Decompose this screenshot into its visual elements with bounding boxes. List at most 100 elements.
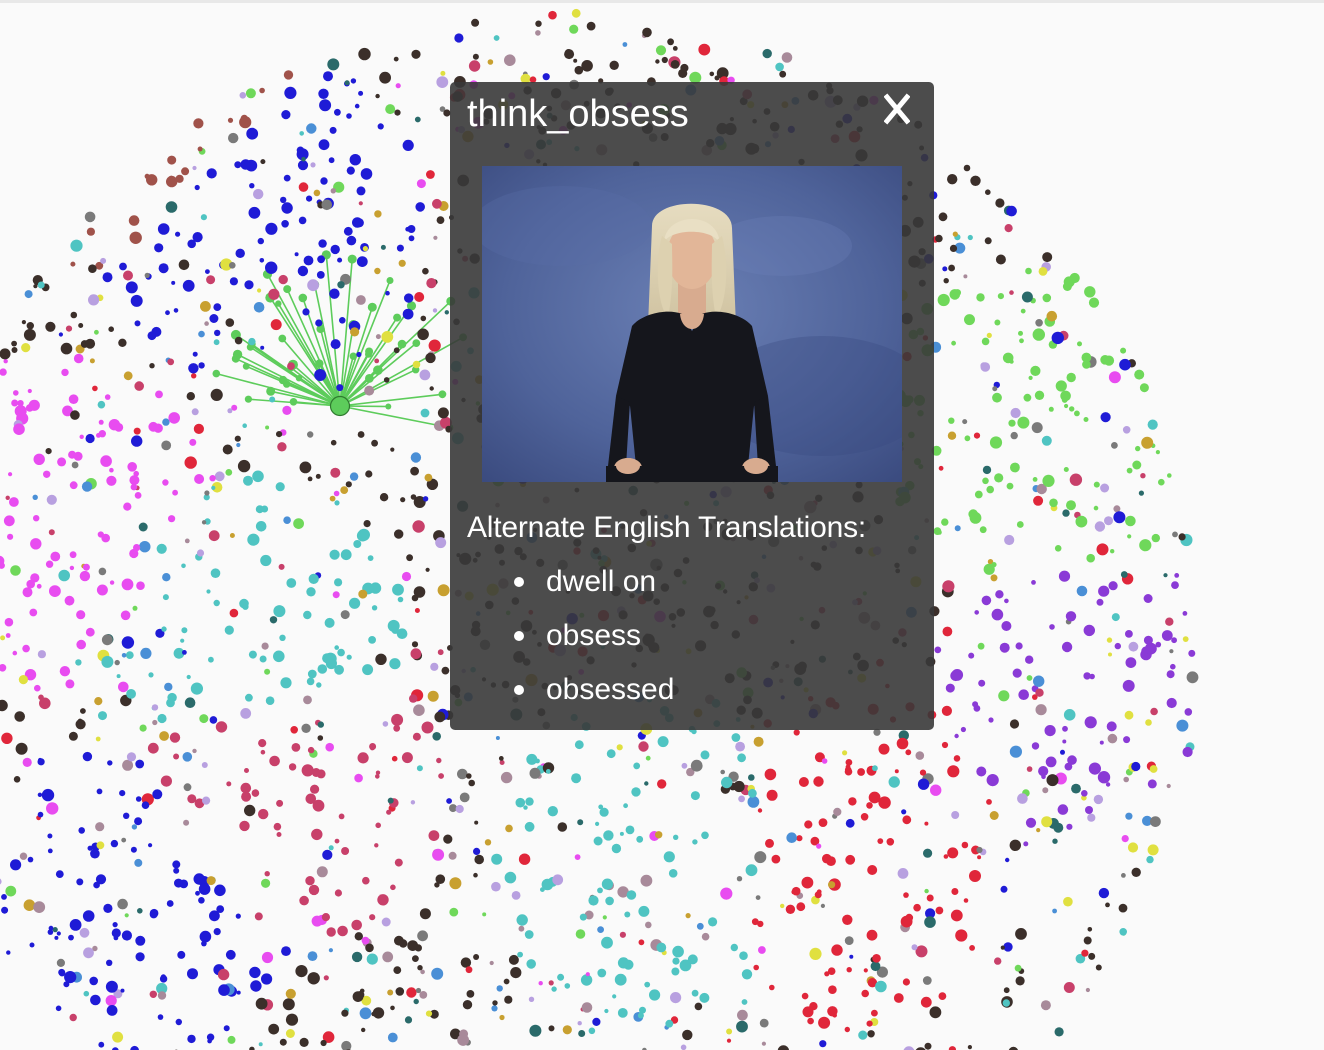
graph-node[interactable] <box>597 887 603 894</box>
graph-node[interactable] <box>785 904 796 914</box>
graph-node[interactable] <box>1069 406 1075 412</box>
graph-node[interactable] <box>260 345 265 350</box>
graph-node[interactable] <box>938 212 948 222</box>
graph-node[interactable] <box>68 394 79 405</box>
graph-node[interactable] <box>144 272 150 278</box>
graph-node[interactable] <box>915 751 925 760</box>
graph-node[interactable] <box>258 808 269 820</box>
graph-node[interactable] <box>986 799 992 805</box>
graph-node[interactable] <box>436 757 442 764</box>
graph-node[interactable] <box>182 650 187 655</box>
graph-node[interactable] <box>431 967 444 980</box>
graph-node[interactable] <box>95 874 107 885</box>
graph-node[interactable] <box>242 603 249 610</box>
graph-node[interactable] <box>134 381 144 391</box>
graph-node[interactable] <box>548 1025 555 1032</box>
graph-node[interactable] <box>247 533 260 546</box>
graph-node[interactable] <box>994 473 1004 483</box>
graph-node[interactable] <box>199 714 209 724</box>
graph-node[interactable] <box>937 293 950 307</box>
graph-node[interactable] <box>194 474 205 484</box>
graph-node[interactable] <box>149 990 157 998</box>
graph-node[interactable] <box>967 234 973 241</box>
graph-node[interactable] <box>1057 804 1069 815</box>
graph-node[interactable] <box>276 832 282 837</box>
graph-node[interactable] <box>714 75 720 81</box>
graph-node[interactable] <box>943 278 949 284</box>
graph-node[interactable] <box>390 447 395 452</box>
graph-node[interactable] <box>984 237 992 245</box>
graph-node[interactable] <box>969 945 975 951</box>
graph-node[interactable] <box>311 768 321 777</box>
graph-node[interactable] <box>339 317 346 324</box>
graph-node[interactable] <box>1184 708 1193 716</box>
neighbor-node[interactable] <box>242 362 250 370</box>
graph-node[interactable] <box>430 662 439 671</box>
graph-node[interactable] <box>29 942 35 948</box>
graph-node[interactable] <box>225 318 235 327</box>
graph-node[interactable] <box>362 664 374 676</box>
graph-node[interactable] <box>962 419 968 425</box>
graph-node[interactable] <box>495 736 500 740</box>
graph-node[interactable] <box>1063 467 1069 472</box>
graph-node[interactable] <box>409 694 418 703</box>
graph-node[interactable] <box>356 351 362 358</box>
graph-node[interactable] <box>265 425 270 430</box>
graph-node[interactable] <box>328 845 334 851</box>
graph-node[interactable] <box>1111 613 1120 622</box>
graph-node[interactable] <box>831 944 843 956</box>
graph-node[interactable] <box>321 913 330 922</box>
graph-node[interactable] <box>525 797 534 806</box>
graph-node[interactable] <box>786 832 797 843</box>
graph-node[interactable] <box>1040 1000 1051 1011</box>
graph-node[interactable] <box>333 490 340 497</box>
graph-node[interactable] <box>976 766 987 777</box>
graph-node[interactable] <box>186 674 191 680</box>
graph-node[interactable] <box>1010 462 1020 473</box>
graph-node[interactable] <box>320 177 328 185</box>
graph-node[interactable] <box>1113 511 1126 524</box>
graph-node[interactable] <box>969 870 981 882</box>
graph-node[interactable] <box>860 813 869 821</box>
graph-node[interactable] <box>425 567 430 572</box>
graph-node[interactable] <box>316 271 325 279</box>
graph-node[interactable] <box>316 866 328 878</box>
graph-node[interactable] <box>424 473 433 482</box>
graph-node[interactable] <box>121 653 127 658</box>
graph-node[interactable] <box>43 470 51 478</box>
graph-node[interactable] <box>45 321 56 332</box>
graph-node[interactable] <box>239 820 250 832</box>
graph-node[interactable] <box>315 473 321 479</box>
graph-node[interactable] <box>356 256 368 267</box>
graph-node[interactable] <box>1061 397 1068 403</box>
graph-node[interactable] <box>457 1034 469 1046</box>
graph-node[interactable] <box>1018 330 1023 336</box>
graph-node[interactable] <box>406 554 413 562</box>
graph-node[interactable] <box>1135 445 1141 452</box>
graph-node[interactable] <box>13 776 21 783</box>
graph-node[interactable] <box>92 385 98 392</box>
graph-node[interactable] <box>642 27 652 38</box>
graph-node[interactable] <box>64 595 75 606</box>
graph-node[interactable] <box>240 159 251 170</box>
graph-node[interactable] <box>440 70 446 76</box>
graph-node[interactable] <box>307 279 319 292</box>
graph-node[interactable] <box>551 986 557 992</box>
graph-node[interactable] <box>330 467 341 478</box>
graph-node[interactable] <box>492 1000 498 1006</box>
graph-node[interactable] <box>257 237 264 245</box>
graph-node[interactable] <box>564 983 571 989</box>
graph-node[interactable] <box>329 549 340 560</box>
graph-node[interactable] <box>964 435 971 442</box>
graph-node[interactable] <box>809 947 822 961</box>
graph-node[interactable] <box>661 56 668 64</box>
graph-node[interactable] <box>1172 531 1178 538</box>
graph-node[interactable] <box>240 114 248 123</box>
graph-node[interactable] <box>18 675 28 685</box>
graph-node[interactable] <box>75 719 86 730</box>
graph-node[interactable] <box>937 530 942 535</box>
graph-node[interactable] <box>1093 794 1104 805</box>
graph-node[interactable] <box>1069 272 1080 284</box>
graph-node[interactable] <box>1006 205 1017 217</box>
graph-node[interactable] <box>920 996 932 1008</box>
